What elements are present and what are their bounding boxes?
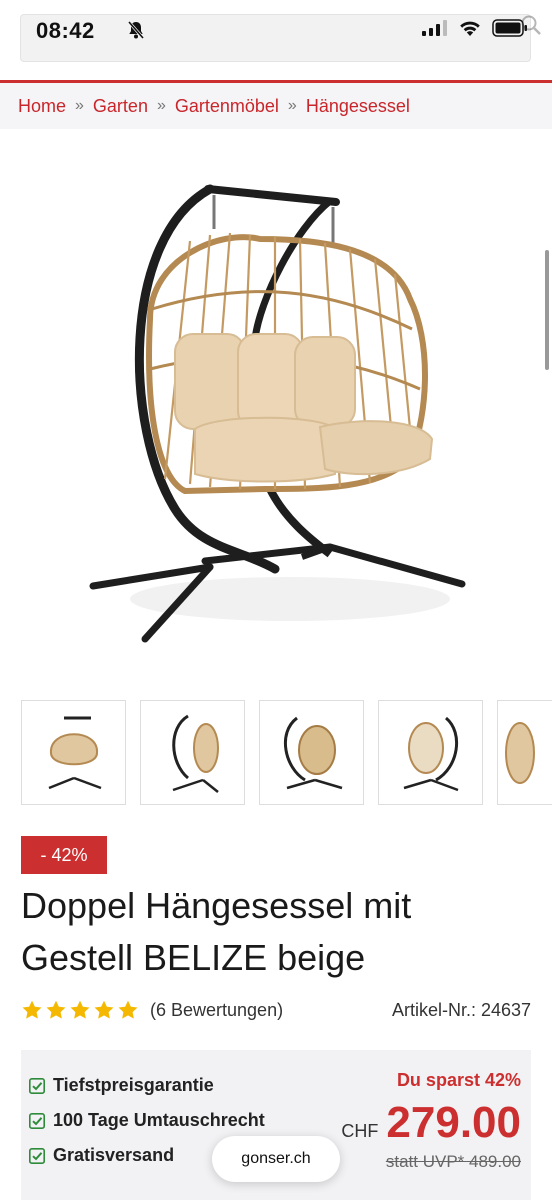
thumbnail-4[interactable] [378,700,483,805]
perk-item: Tiefstpreisgarantie [29,1068,265,1103]
price-row: CHF 279.00 [341,1098,521,1148]
price-value: 279.00 [386,1098,521,1147]
breadcrumb-garten[interactable]: Garten [93,96,148,117]
breadcrumb-separator: » [75,97,84,114]
article-number: Artikel-Nr.: 24637 [391,999,531,1020]
star-icon [22,1000,42,1019]
thumbnail-image [504,721,535,784]
breadcrumb-gartenmoebel[interactable]: Gartenmöbel [175,96,279,117]
star-icon [70,1000,90,1019]
rating-row: (6 Bewertungen) Artikel-Nr.: 24637 [21,995,531,1025]
check-icon [29,1147,45,1164]
mute-bell-icon [127,21,145,39]
star-icon [94,1000,114,1019]
savings-label: Du sparst 42% [396,1070,521,1090]
reviews-link[interactable]: (6 Bewertungen) [150,1000,283,1021]
breadcrumb-separator: » [287,97,297,114]
product-title-line-1: Doppel Hängesessel mit [21,885,412,926]
breadcrumb-home[interactable]: Home [18,96,66,117]
star-icon [46,1000,66,1019]
thumbnail-image [403,716,458,791]
product-image-main[interactable] [0,129,552,689]
status-time: 08:42 [36,18,95,43]
page-scrollbar[interactable] [545,250,549,370]
check-icon [29,1112,45,1129]
thumbnail-3[interactable] [259,700,364,805]
thumbnail-image [283,716,342,789]
perk-label: 100 Tage Umtauschrecht [53,1110,265,1130]
original-price: statt UVP* 489.00 [385,1152,521,1171]
perk-item: 100 Tage Umtauschrecht [29,1103,265,1138]
perk-label: Tiefstpreisgarantie [53,1075,214,1095]
product-title-line-2: Gestell BELIZE beige [21,937,366,978]
breadcrumb-separator: » [156,97,166,114]
hanging-chair-image [89,184,466,643]
thumbnail-2[interactable] [140,700,245,805]
thumbnail-image [48,716,101,789]
thumbnail-strip[interactable] [21,700,552,806]
discount-badge: - 42% [21,836,107,874]
site-address-pill[interactable]: gonser.ch [212,1136,340,1182]
perk-label: Gratisversand [53,1145,175,1165]
check-icon [29,1077,45,1094]
product-title: Doppel Hängesessel mit Gestell BELIZE be… [21,880,531,984]
wifi-icon [460,21,480,36]
breadcrumb: Home » Garten » Gartenmöbel » Hängesesse… [0,83,552,129]
search-icon [521,15,541,35]
thumbnail-image [171,714,219,793]
status-icons [422,19,528,37]
product-page: 08:42 Home » Garten » Gartenmöbel » Häng… [0,0,552,1200]
thumbnail-1[interactable] [21,700,126,805]
currency-label: CHF [341,1121,379,1141]
cellular-signal-icon [422,20,447,36]
star-icon [118,1000,138,1019]
star-rating[interactable] [21,999,139,1021]
breadcrumb-haengesessel[interactable]: Hängesessel [306,96,410,117]
thumbnail-5[interactable] [497,700,552,805]
